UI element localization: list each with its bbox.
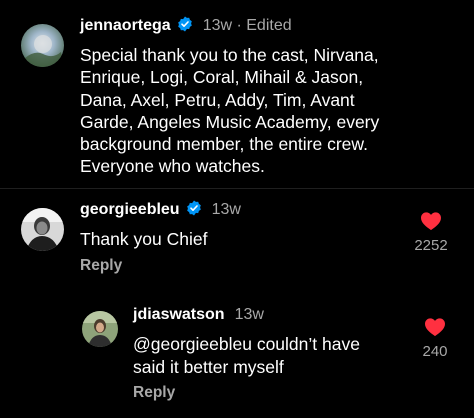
comments-thread: jennaortega 13w · Edited Special thank y… — [0, 0, 474, 418]
comment-text: @georgieebleu couldn’t have said it bett… — [133, 333, 360, 378]
comment-text-line: Garde, Angeles Music Academy, every — [80, 111, 380, 132]
comment-header: georgieebleu 13w — [80, 199, 241, 221]
username[interactable]: georgieebleu — [80, 201, 180, 219]
verified-badge-icon — [177, 16, 193, 37]
heart-icon[interactable] — [410, 211, 452, 233]
username[interactable]: jdiaswatson — [133, 306, 225, 324]
reply-button[interactable]: Reply — [133, 384, 175, 402]
comment-text-line: @georgieebleu couldn’t have — [133, 334, 360, 354]
comment-text: Special thank you to the cast, Nirvana, … — [80, 44, 379, 178]
avatar-image — [21, 208, 64, 251]
like-count[interactable]: 240 — [414, 343, 456, 360]
avatar-jdiaswatson[interactable] — [82, 311, 118, 347]
comment-timestamp: 13w — [234, 306, 264, 323]
comment-text-line: Special thank you to the cast, Nirvana, — [80, 45, 379, 65]
section-divider — [0, 188, 474, 189]
verified-badge-icon — [186, 200, 202, 221]
like-control: 240 — [414, 317, 456, 360]
comment-text-line: said it better myself — [133, 356, 284, 377]
reply-button[interactable]: Reply — [80, 257, 122, 275]
avatar-georgieebleu[interactable] — [21, 208, 64, 251]
heart-icon[interactable] — [414, 317, 456, 339]
comment-text-line: Thank you Chief — [80, 229, 208, 249]
comment-header: jennaortega 13w · Edited — [80, 15, 292, 37]
like-control: 2252 — [410, 211, 452, 254]
comment-text-line: background member, the entire crew. — [80, 134, 368, 155]
avatar-image — [82, 311, 118, 347]
comment-timestamp: 13w · Edited — [202, 17, 292, 34]
like-count[interactable]: 2252 — [410, 237, 452, 254]
avatar-jennaortega[interactable] — [21, 24, 64, 67]
comment-text: Thank you Chief — [80, 228, 207, 250]
comment-header: jdiaswatson 13w — [133, 304, 264, 326]
comment-text-line: Everyone who watches. — [80, 156, 265, 177]
username[interactable]: jennaortega — [80, 17, 171, 35]
comment-text-line: Enrique, Logi, Coral, Mihail & Jason, — [80, 67, 364, 88]
comment-timestamp: 13w — [211, 201, 241, 218]
comment-text-line: Dana, Axel, Petru, Addy, Tim, Avant — [80, 89, 355, 110]
avatar-image — [21, 24, 64, 67]
